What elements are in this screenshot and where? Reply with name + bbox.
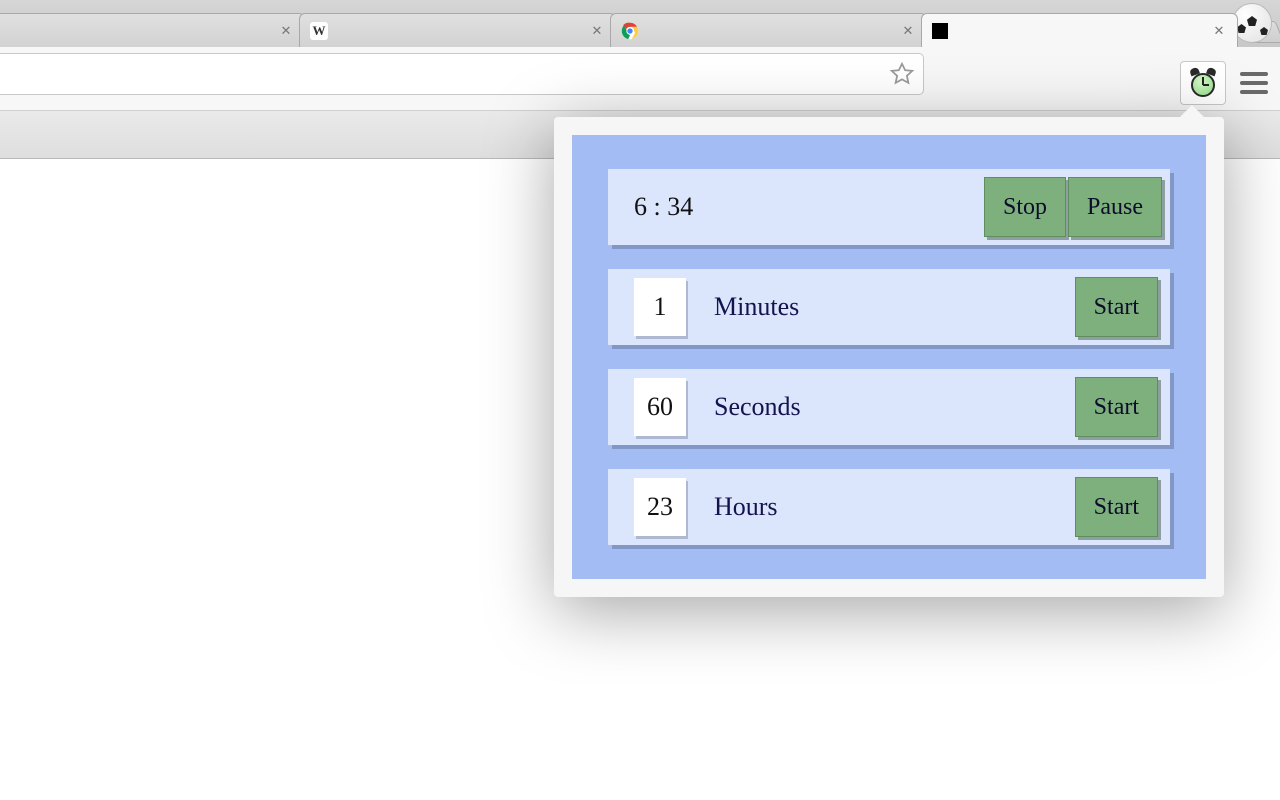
popup-arrow-icon [1180, 105, 1204, 117]
tab-strip: ✕ W ✕ ✕ ✕ [0, 0, 1280, 47]
timer-row-hours: Hours Start [608, 469, 1170, 545]
browser-tab-2[interactable]: ✕ [610, 13, 927, 47]
seconds-input[interactable] [634, 378, 686, 436]
chrome-favicon-icon [621, 22, 639, 40]
timer-panel: 6 : 34 Stop Pause Minutes Start Seconds … [572, 135, 1206, 579]
start-button[interactable]: Start [1075, 477, 1158, 537]
pause-button[interactable]: Pause [1068, 177, 1162, 237]
wikipedia-favicon-icon: W [310, 22, 328, 40]
start-button[interactable]: Start [1075, 377, 1158, 437]
browser-menu-icon[interactable] [1240, 72, 1268, 94]
timer-row-seconds: Seconds Start [608, 369, 1170, 445]
timer-extension-button[interactable] [1180, 61, 1226, 105]
timer-row-minutes: Minutes Start [608, 269, 1170, 345]
unit-label: Seconds [714, 392, 801, 422]
alarm-clock-icon [1189, 69, 1217, 97]
profile-avatar-soccer-icon[interactable] [1232, 3, 1272, 43]
unit-label: Minutes [714, 292, 799, 322]
browser-toolbar [0, 47, 1280, 111]
close-icon[interactable]: ✕ [1211, 23, 1227, 39]
start-button[interactable]: Start [1075, 277, 1158, 337]
running-timer-display: 6 : 34 [634, 192, 693, 222]
bookmark-star-icon[interactable] [889, 61, 915, 87]
browser-tab-0[interactable]: ✕ [0, 13, 305, 47]
close-icon[interactable]: ✕ [589, 23, 605, 39]
close-icon[interactable]: ✕ [278, 23, 294, 39]
stop-button[interactable]: Stop [984, 177, 1066, 237]
running-timer-row: 6 : 34 Stop Pause [608, 169, 1170, 245]
browser-tab-3-active[interactable]: ✕ [921, 13, 1238, 47]
hours-input[interactable] [634, 478, 686, 536]
page-favicon-icon [932, 23, 948, 39]
browser-tab-1[interactable]: W ✕ [299, 13, 616, 47]
extension-popup: 6 : 34 Stop Pause Minutes Start Seconds … [554, 117, 1224, 597]
unit-label: Hours [714, 492, 778, 522]
close-icon[interactable]: ✕ [900, 23, 916, 39]
address-bar[interactable] [0, 53, 924, 95]
minutes-input[interactable] [634, 278, 686, 336]
